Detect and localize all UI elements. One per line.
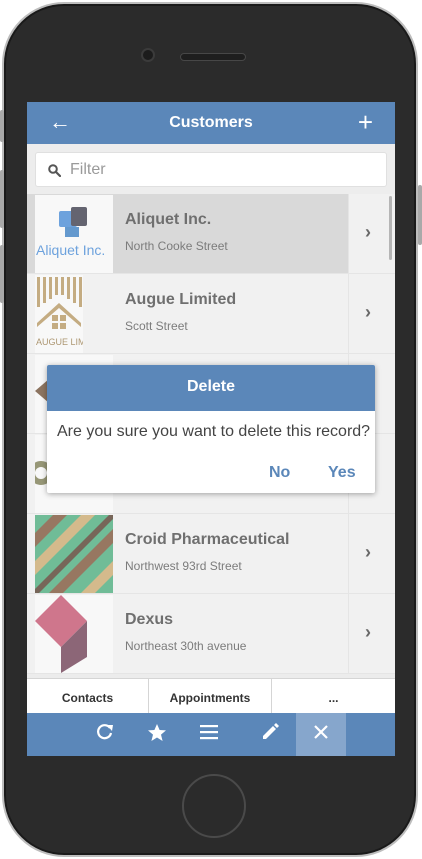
- filter-input[interactable]: [70, 159, 370, 181]
- dialog-title: Delete: [47, 365, 375, 411]
- volume-up-button: [0, 170, 4, 228]
- bottom-toolbar: [27, 713, 395, 756]
- app-screen: ← Customers + Aliquet Inc.: [27, 102, 395, 756]
- no-button[interactable]: No: [269, 464, 290, 482]
- home-button[interactable]: [182, 774, 246, 838]
- tab-contacts[interactable]: Contacts: [27, 679, 149, 714]
- edit-icon[interactable]: [245, 713, 295, 756]
- filter-field[interactable]: [35, 152, 387, 187]
- star-icon[interactable]: [132, 713, 182, 756]
- menu-icon[interactable]: [184, 713, 234, 756]
- page-title: Customers: [169, 114, 253, 131]
- speaker: [180, 53, 246, 61]
- tab-appointments[interactable]: Appointments: [149, 679, 272, 714]
- search-icon: [48, 164, 61, 177]
- delete-dialog: Delete Are you sure you want to delete t…: [47, 365, 375, 493]
- filter-bar: [27, 144, 395, 194]
- refresh-icon[interactable]: [80, 713, 130, 756]
- dialog-message: Are you sure you want to delete this rec…: [57, 423, 371, 440]
- power-button: [418, 185, 422, 245]
- close-icon[interactable]: [296, 713, 346, 756]
- volume-down-button: [0, 245, 4, 303]
- plus-icon[interactable]: +: [358, 109, 373, 135]
- camera: [141, 48, 155, 62]
- yes-button[interactable]: Yes: [328, 464, 356, 482]
- mute-switch: [0, 110, 4, 142]
- tab-more[interactable]: ...: [272, 679, 395, 714]
- detail-tabs: Contacts Appointments ...: [27, 678, 395, 714]
- app-header: ← Customers +: [27, 102, 395, 144]
